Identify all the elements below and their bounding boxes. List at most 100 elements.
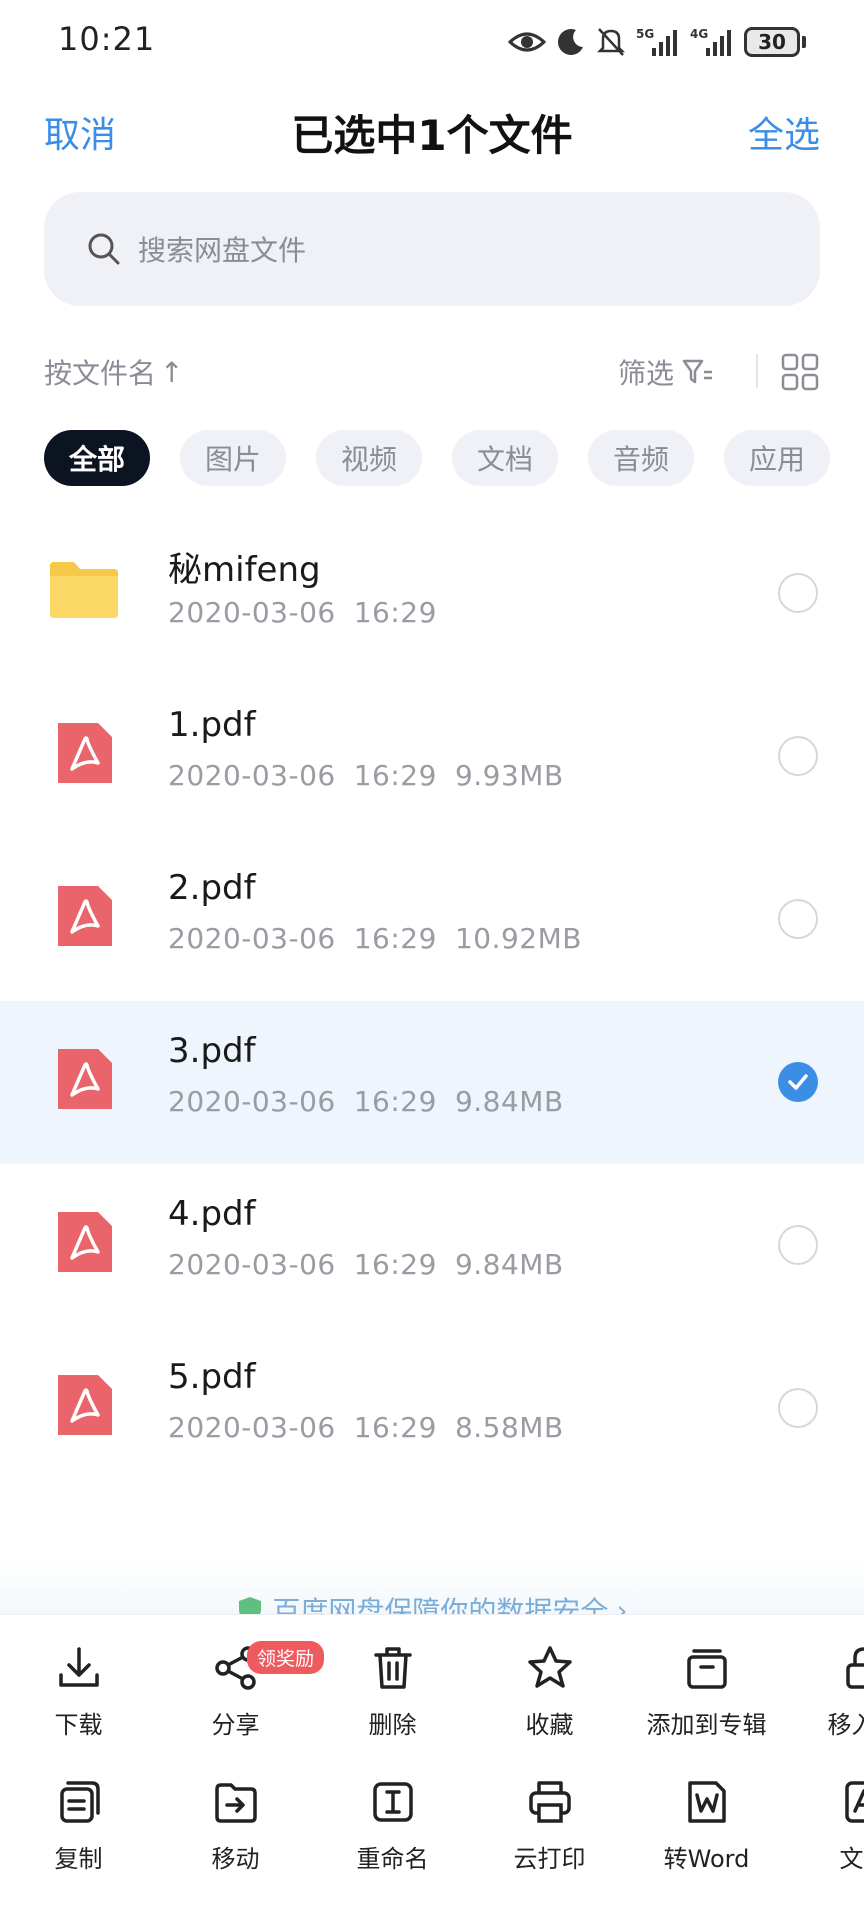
move-button[interactable]: 移动 xyxy=(157,1777,314,1887)
tab-documents[interactable]: 文档 xyxy=(452,430,558,486)
tab-images[interactable]: 图片 xyxy=(180,430,286,486)
status-icons: 5G 4G 30 xyxy=(508,22,806,62)
rename-button[interactable]: 重命名 xyxy=(314,1777,471,1887)
page-title: 已选中1个文件 xyxy=(291,111,573,160)
file-time: 16:29 xyxy=(353,1411,437,1444)
action-label: 转Word xyxy=(663,1845,750,1873)
tab-audio[interactable]: 音频 xyxy=(588,430,694,486)
tab-videos[interactable]: 视频 xyxy=(316,430,422,486)
cloud-print-button[interactable]: 云打印 xyxy=(471,1777,628,1887)
select-checkbox[interactable] xyxy=(778,899,818,939)
battery-icon: 30 xyxy=(744,27,806,57)
status-bar: 10:21 5G 4G 30 xyxy=(0,0,864,80)
category-tabs: 全部 图片 视频 文档 音频 应用 xyxy=(44,430,830,486)
file-row-pdf[interactable]: 5.pdf 2020-03-06 16:29 8.58MB xyxy=(0,1327,864,1490)
convert-word-button[interactable]: 转Word xyxy=(628,1777,785,1887)
signal-4g-icon: 4G xyxy=(690,27,731,56)
file-size: 8.58MB xyxy=(454,1411,564,1444)
pdf-file-icon xyxy=(58,1212,112,1272)
file-meta: 2020-03-06 16:29 8.58MB xyxy=(168,1411,582,1444)
bell-muted-icon xyxy=(596,28,626,56)
copy-icon xyxy=(59,1781,100,1823)
file-meta: 2020-03-06 16:29 9.84MB xyxy=(168,1248,582,1281)
pdf-file-icon xyxy=(58,1049,112,1109)
folder-icon xyxy=(50,562,118,618)
action-label: 下载 xyxy=(54,1711,103,1739)
sort-toolbar: 按文件名 ↑ 筛选 xyxy=(0,346,864,396)
delete-button[interactable]: 删除 xyxy=(314,1643,471,1753)
sort-by-name-button[interactable]: 按文件名 ↑ xyxy=(44,352,183,392)
move-to-private-button[interactable]: 移入隐 xyxy=(785,1643,864,1753)
file-time: 16:29 xyxy=(353,1085,437,1118)
status-time: 10:21 xyxy=(58,20,156,58)
action-label: 添加到专辑 xyxy=(646,1711,767,1739)
file-row-pdf[interactable]: 1.pdf 2020-03-06 16:29 9.93MB xyxy=(0,675,864,838)
select-checkbox[interactable] xyxy=(778,1388,818,1428)
file-date: 2020-03-06 xyxy=(168,922,336,955)
file-meta: 2020-03-06 16:29 10.92MB xyxy=(168,922,600,955)
action-label: 云打印 xyxy=(513,1845,586,1873)
file-date: 2020-03-06 xyxy=(168,759,336,792)
lock-icon xyxy=(845,1647,864,1689)
file-meta: 2020-03-06 16:29 9.93MB xyxy=(168,759,582,792)
toolbar-divider xyxy=(756,354,758,388)
action-label: 移动 xyxy=(211,1845,260,1873)
document-tool-button[interactable]: 文档 xyxy=(785,1777,864,1887)
svg-text:4G: 4G xyxy=(690,27,708,41)
moon-icon xyxy=(558,29,583,55)
action-label: 重命名 xyxy=(356,1845,429,1873)
download-button[interactable]: 下载 xyxy=(0,1643,157,1753)
action-label: 分享 xyxy=(211,1711,260,1739)
file-list: 秘mifeng 2020-03-06 16:29 1.pdf 2020-03-06… xyxy=(0,512,864,1490)
search-icon xyxy=(88,233,120,265)
action-row-1: 下载 领奖励 分享 删除 收藏 添加到专辑 移 xyxy=(0,1641,864,1753)
file-name: 4.pdf xyxy=(168,1194,256,1234)
file-name: 2.pdf xyxy=(168,868,256,908)
pdf-file-icon xyxy=(58,1375,112,1435)
action-label: 收藏 xyxy=(525,1711,574,1739)
trash-icon xyxy=(373,1647,412,1689)
file-row-folder[interactable]: 秘mifeng 2020-03-06 16:29 xyxy=(0,512,864,675)
file-date: 2020-03-06 xyxy=(168,596,336,629)
share-button[interactable]: 领奖励 分享 xyxy=(157,1641,325,1753)
file-row-pdf[interactable]: 4.pdf 2020-03-06 16:29 9.84MB xyxy=(0,1164,864,1327)
select-checkbox[interactable] xyxy=(778,1225,818,1265)
select-checkbox-checked[interactable] xyxy=(778,1062,818,1102)
tab-all[interactable]: 全部 xyxy=(44,430,150,486)
filter-label: 筛选 xyxy=(617,357,674,390)
filter-button[interactable]: 筛选 xyxy=(618,352,714,392)
select-checkbox[interactable] xyxy=(778,736,818,776)
file-time: 16:29 xyxy=(353,596,437,629)
security-banner[interactable]: 百度网盘保障你的数据安全 › xyxy=(0,1560,864,1616)
search-placeholder: 搜索网盘文件 xyxy=(138,234,307,267)
add-to-album-button[interactable]: 添加到专辑 xyxy=(628,1643,785,1753)
word-icon xyxy=(687,1781,726,1823)
rename-icon xyxy=(372,1782,413,1822)
file-date: 2020-03-06 xyxy=(168,1085,336,1118)
grid-view-icon[interactable] xyxy=(780,352,820,392)
file-name: 5.pdf xyxy=(168,1357,256,1397)
file-row-pdf-selected[interactable]: 3.pdf 2020-03-06 16:29 9.84MB xyxy=(0,1001,864,1164)
svg-text:5G: 5G xyxy=(636,27,654,41)
file-name: 1.pdf xyxy=(168,705,256,745)
file-row-pdf[interactable]: 2.pdf 2020-03-06 16:29 10.92MB xyxy=(0,838,864,1001)
action-label: 复制 xyxy=(54,1845,103,1873)
file-size: 9.93MB xyxy=(454,759,564,792)
file-size: 10.92MB xyxy=(454,922,582,955)
select-all-button[interactable]: 全选 xyxy=(748,106,820,158)
star-icon xyxy=(527,1646,572,1688)
battery-level: 30 xyxy=(744,27,800,57)
copy-button[interactable]: 复制 xyxy=(0,1777,157,1887)
search-input[interactable]: 搜索网盘文件 xyxy=(44,192,820,306)
file-date: 2020-03-06 xyxy=(168,1248,336,1281)
file-time: 16:29 xyxy=(353,1248,437,1281)
file-name: 3.pdf xyxy=(168,1031,256,1071)
select-checkbox[interactable] xyxy=(778,573,818,613)
move-icon xyxy=(214,1783,257,1823)
tab-apps[interactable]: 应用 xyxy=(724,430,830,486)
action-row-2: 复制 移动 重命名 云打印 转Word 文 xyxy=(0,1777,864,1887)
shield-icon xyxy=(239,1597,262,1616)
print-icon xyxy=(528,1781,571,1823)
favorite-button[interactable]: 收藏 xyxy=(471,1643,628,1753)
file-size: 9.84MB xyxy=(454,1085,564,1118)
